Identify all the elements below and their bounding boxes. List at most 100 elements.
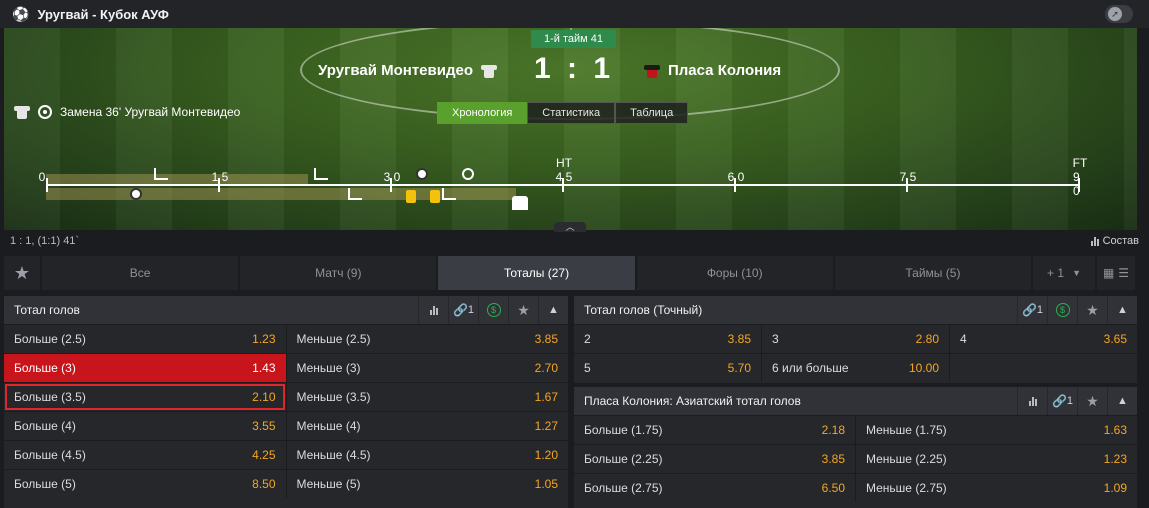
- outcome-label: 6 или больше: [772, 361, 849, 375]
- tab-all[interactable]: Все: [42, 256, 241, 290]
- odds-cell[interactable]: Меньше (5) 1.05: [285, 470, 569, 498]
- odds-value: 5.70: [727, 361, 751, 375]
- timeline-ft-label: FT: [1072, 156, 1088, 170]
- goal-ball-icon: [130, 188, 142, 200]
- link-button[interactable]: 🔗 1: [448, 296, 478, 324]
- odds-cell[interactable]: Больше (1.75) 2.18: [574, 416, 855, 444]
- favorite-market-button[interactable]: ★: [1077, 387, 1107, 415]
- tab-table[interactable]: Таблица: [615, 102, 689, 124]
- outcome-label: 2: [584, 332, 591, 346]
- tracker-toggle[interactable]: ➚: [1105, 5, 1133, 23]
- odds-cell-highlighted[interactable]: Больше (3.5) 2.10: [4, 383, 286, 411]
- odds-cell[interactable]: 4 3.65: [949, 325, 1137, 353]
- outcome-label: Меньше (2.5): [296, 332, 371, 346]
- odds-cell[interactable]: Меньше (2.75) 1.09: [855, 474, 1137, 502]
- odds-cell-selected[interactable]: Больше (3) 1.43: [4, 354, 286, 382]
- favorite-market-button[interactable]: ★: [1077, 296, 1107, 324]
- odds-value: 2.80: [915, 332, 939, 346]
- substitution-icon: [462, 168, 474, 180]
- tab-totals[interactable]: Тоталы (27): [438, 256, 637, 290]
- tab-chronology[interactable]: Хронология: [437, 102, 528, 124]
- odds-cell[interactable]: Меньше (2.5) 3.85: [285, 325, 569, 353]
- bar-chart-icon: [1028, 396, 1037, 406]
- odds-cell[interactable]: Меньше (1.75) 1.63: [855, 416, 1137, 444]
- odds-cell[interactable]: Больше (2.5) 1.23: [4, 325, 286, 353]
- title-bar: ⚽ Уругвай - Кубок АУФ ➚: [0, 0, 1149, 28]
- stats-button[interactable]: [1017, 387, 1047, 415]
- timeline-label-45: 4 5: [555, 170, 573, 184]
- lineup-label: Состав: [1102, 235, 1139, 247]
- odds-cell[interactable]: 6 или больше 10.00: [761, 354, 949, 382]
- outcome-label: Больше (2.5): [14, 332, 86, 346]
- match-timer: 1-й тайм 41: [531, 30, 616, 48]
- away-score: 1: [593, 52, 615, 85]
- odds-value: 4.25: [252, 448, 276, 462]
- link-icon: 🔗: [1021, 303, 1037, 317]
- market-header: Тотал голов 🔗 1 $ ★ ▲: [4, 296, 568, 324]
- more-tabs-label: + 1: [1047, 266, 1065, 280]
- collapse-tracker-button[interactable]: ︿: [554, 222, 586, 232]
- timeline-label-75: 7 5: [899, 170, 917, 184]
- home-shirt-icon: [481, 63, 497, 79]
- substitution-icon: [38, 105, 52, 119]
- odds-cell[interactable]: 2 3.85: [574, 325, 761, 353]
- timeline-label-90: 9 0: [1073, 170, 1080, 198]
- odds-cell[interactable]: Меньше (2.25) 1.23: [855, 445, 1137, 473]
- score-separator: :: [567, 52, 581, 85]
- odds-cell[interactable]: Больше (5) 8.50: [4, 470, 286, 498]
- corner-icon: [314, 168, 328, 180]
- lineup-link[interactable]: Состав: [1090, 235, 1139, 247]
- link-button[interactable]: 🔗 1: [1017, 296, 1047, 324]
- odds-cell[interactable]: Меньше (4.5) 1.20: [285, 441, 569, 469]
- more-tabs-dropdown[interactable]: + 1 ▼: [1033, 256, 1098, 290]
- link-button[interactable]: 🔗 1: [1047, 387, 1077, 415]
- odds-cell[interactable]: 5 5.70: [574, 354, 761, 382]
- outcome-label: 4: [960, 332, 967, 346]
- odds-row: 2 3.85 3 2.80 4 3.65: [574, 324, 1137, 353]
- odds-value: 1.20: [534, 448, 558, 462]
- empty-cell: [949, 354, 1137, 382]
- odds-cell[interactable]: Больше (4) 3.55: [4, 412, 286, 440]
- tab-match[interactable]: Матч (9): [240, 256, 439, 290]
- chevron-up-icon: ▲: [1117, 304, 1128, 316]
- odds-value: 3.85: [534, 332, 558, 346]
- collapse-market-button[interactable]: ▲: [538, 296, 568, 324]
- odds-cell[interactable]: Меньше (3) 2.70: [285, 354, 569, 382]
- odds-value: 1.27: [534, 419, 558, 433]
- tab-handicaps[interactable]: Форы (10): [637, 256, 835, 290]
- cashout-button[interactable]: $: [1047, 296, 1077, 324]
- market-title: Тотал голов (Точный): [584, 303, 703, 317]
- match-tracker: 1-й тайм 41 Уругвай Монтевидео 1 : 1 Пла…: [4, 28, 1137, 230]
- tab-statistics[interactable]: Статистика: [527, 102, 616, 124]
- home-team-name: Уругвай Монтевидео: [318, 62, 473, 79]
- outcome-label: Больше (4): [14, 419, 76, 433]
- stats-button[interactable]: [418, 296, 448, 324]
- compass-icon: ➚: [1108, 7, 1122, 21]
- corner-icon: [348, 188, 362, 200]
- odds-cell[interactable]: Меньше (3.5) 1.67: [285, 383, 569, 411]
- home-score: 1: [533, 52, 555, 85]
- last-event-text: Замена 36' Уругвай Монтевидео: [60, 105, 241, 119]
- cashout-button[interactable]: $: [478, 296, 508, 324]
- tab-halves[interactable]: Таймы (5): [835, 256, 1034, 290]
- outcome-label: Меньше (3.5): [296, 390, 371, 404]
- home-team: Уругвай Монтевидео: [318, 62, 497, 79]
- odds-cell[interactable]: Больше (4.5) 4.25: [4, 441, 286, 469]
- outcome-label: Больше (3.5): [14, 390, 86, 404]
- list-layout-icon[interactable]: ☰: [1118, 266, 1129, 280]
- link-icon: 🔗: [452, 303, 468, 317]
- favorite-market-button[interactable]: ★: [508, 296, 538, 324]
- favorites-tab[interactable]: ★: [4, 256, 42, 290]
- odds-cell[interactable]: 3 2.80: [761, 325, 949, 353]
- bar-chart-icon: [1090, 236, 1099, 246]
- layout-switch[interactable]: ▦ ☰: [1097, 256, 1138, 290]
- odds-value: 2.70: [534, 361, 558, 375]
- collapse-market-button[interactable]: ▲: [1107, 387, 1137, 415]
- grid-layout-icon[interactable]: ▦: [1103, 266, 1114, 280]
- odds-cell[interactable]: Больше (2.75) 6.50: [574, 474, 855, 502]
- shirt-icon: [14, 104, 30, 120]
- odds-cell[interactable]: Больше (2.25) 3.85: [574, 445, 855, 473]
- market-total-goals: Тотал голов 🔗 1 $ ★ ▲ Больше (2.5) 1.23 Мен…: [4, 296, 568, 508]
- odds-cell[interactable]: Меньше (4) 1.27: [285, 412, 569, 440]
- collapse-market-button[interactable]: ▲: [1107, 296, 1137, 324]
